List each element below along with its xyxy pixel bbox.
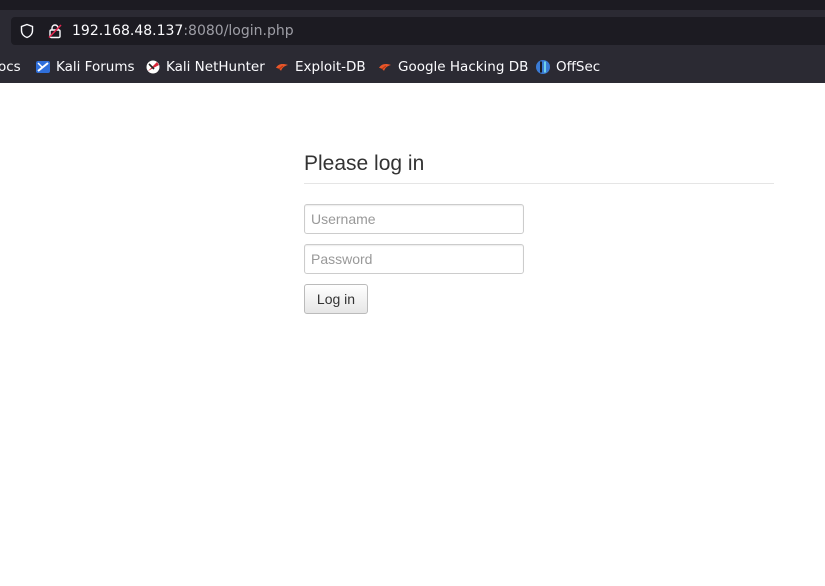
bookmark-label: Kali Forums (56, 59, 135, 75)
insecure-lock-icon[interactable] (47, 23, 63, 39)
bookmark-label: ocs (0, 59, 21, 75)
tab-strip (0, 0, 825, 10)
password-input[interactable] (304, 244, 524, 274)
address-bar[interactable]: 192.168.48.137:8080/login.php (11, 17, 825, 45)
login-title: Please log in (304, 152, 425, 175)
title-divider (304, 183, 774, 184)
bookmark-label: Exploit-DB (295, 59, 366, 75)
offsec-icon (535, 59, 551, 75)
browser-chrome: 192.168.48.137:8080/login.php ocs Kali F… (0, 0, 825, 83)
bookmark-kali-forums[interactable]: Kali Forums (35, 55, 135, 79)
kali-forums-icon (35, 59, 51, 75)
google-hacking-db-icon (377, 59, 393, 75)
bookmark-label: OffSec (556, 59, 601, 75)
url-path: :8080/login.php (183, 23, 294, 39)
url-text[interactable]: 192.168.48.137:8080/login.php (72, 22, 294, 40)
username-input[interactable] (304, 204, 524, 234)
kali-nethunter-icon (145, 59, 161, 75)
bookmark-offsec[interactable]: OffSec (535, 55, 600, 79)
bookmark-label: Kali NetHunter (166, 59, 265, 75)
page-content: Please log in Log in (0, 83, 825, 586)
bookmark-kali-nethunter[interactable]: Kali NetHunter (145, 55, 265, 79)
bookmarks-toolbar: ocs Kali Forums Kali NetHunter Exploit-D… (0, 55, 825, 79)
bookmark-docs[interactable]: ocs (0, 55, 21, 79)
exploit-db-icon (274, 59, 290, 75)
bookmark-exploit-db[interactable]: Exploit-DB (274, 55, 366, 79)
login-button[interactable]: Log in (304, 284, 368, 314)
bookmark-label: Google Hacking DB (398, 59, 529, 75)
url-host: 192.168.48.137 (72, 23, 184, 39)
shield-icon[interactable] (19, 23, 35, 39)
bookmark-google-hacking-db[interactable]: Google Hacking DB (377, 55, 528, 79)
